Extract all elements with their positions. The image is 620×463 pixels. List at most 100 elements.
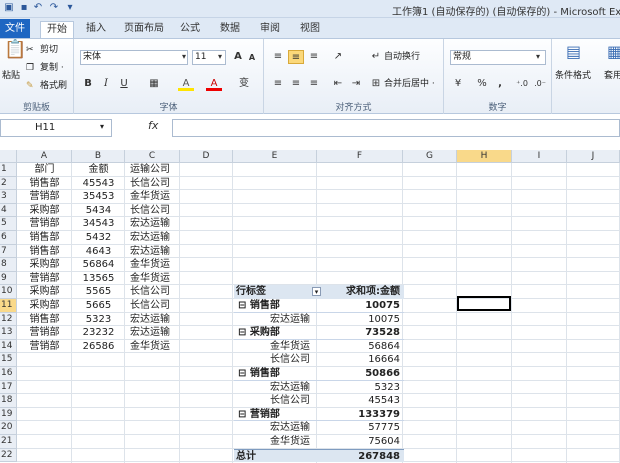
align-middle-icon[interactable]: ≡ [288, 50, 304, 64]
tab-page-layout[interactable]: 页面布局 [118, 21, 170, 38]
row-header-16[interactable]: 16 [0, 367, 17, 381]
format-as-table-button[interactable]: 套用表格格式 [604, 69, 620, 83]
pivot-item-label[interactable]: 宏达运输 [270, 421, 310, 435]
cell[interactable]: 长信公司 [130, 177, 180, 191]
cell[interactable]: 销售部 [17, 231, 72, 245]
cell[interactable]: 营销部 [17, 190, 72, 204]
cell[interactable]: 金华货运 [130, 340, 180, 354]
merge-center-icon[interactable]: ⊞ [368, 77, 384, 91]
accounting-format-icon[interactable]: ¥ [450, 77, 466, 91]
cell[interactable]: 5434 [72, 204, 125, 218]
cell[interactable]: 宏达运输 [130, 245, 180, 259]
cell[interactable]: 34543 [72, 217, 125, 231]
merge-center-button[interactable]: 合并后居中 · [384, 77, 435, 91]
row-header-2[interactable]: 2 [0, 176, 17, 191]
font-size-dropdown-icon[interactable]: ▾ [212, 50, 228, 64]
row-header-6[interactable]: 6 [0, 231, 17, 245]
fill-color-button[interactable]: A [178, 77, 194, 91]
cell[interactable]: 营销部 [17, 340, 72, 354]
format-as-table-icon[interactable]: ▦ [607, 44, 620, 60]
cell[interactable]: 4643 [72, 245, 125, 259]
cell[interactable]: 56864 [72, 258, 125, 272]
tab-formulas[interactable]: 公式 [174, 21, 206, 38]
format-painter-icon[interactable]: ✎ [26, 79, 34, 93]
row-header-21[interactable]: 21 [0, 435, 17, 449]
cell[interactable]: 营销部 [17, 272, 72, 286]
cell[interactable]: 5323 [72, 313, 125, 327]
decrease-decimal-icon[interactable]: .0⁻ [532, 77, 548, 91]
tab-insert[interactable]: 插入 [80, 21, 112, 38]
row-header-15[interactable]: 15 [0, 353, 17, 367]
percent-button[interactable]: % [474, 77, 490, 91]
borders-icon[interactable]: ▦ [146, 77, 162, 91]
tab-file[interactable]: 文件 [0, 19, 30, 38]
pivot-grand-total-label[interactable]: 总计 [236, 450, 256, 463]
paste-icon[interactable]: 📋 [4, 41, 26, 59]
row-header-9[interactable]: 9 [0, 271, 17, 286]
copy-button[interactable]: 复制 · [40, 61, 64, 75]
paste-button[interactable]: 粘贴 [2, 69, 20, 83]
tab-data[interactable]: 数据 [214, 21, 246, 38]
select-all-corner[interactable] [0, 150, 17, 163]
align-bottom-icon[interactable]: ≡ [306, 50, 322, 64]
cell[interactable]: 销售部 [17, 177, 72, 191]
cell[interactable]: 金华货运 [130, 190, 180, 204]
column-header-c[interactable]: C [125, 150, 180, 163]
align-left-icon[interactable]: ≡ [270, 77, 286, 91]
wrap-text-button[interactable]: 自动换行 [384, 50, 420, 64]
column-header-a[interactable]: A [17, 150, 72, 163]
redo-icon[interactable]: ↷ [48, 2, 60, 14]
row-header-17[interactable]: 17 [0, 380, 17, 395]
pivot-item-label[interactable]: 长信公司 [270, 353, 310, 367]
column-header-g[interactable]: G [403, 150, 457, 163]
cell[interactable]: 5432 [72, 231, 125, 245]
increase-indent-icon[interactable]: ⇥ [348, 77, 364, 91]
pivot-category-label[interactable]: ⊟ 销售部 [238, 367, 280, 381]
column-header-i[interactable]: I [512, 150, 567, 163]
name-box-dropdown-icon[interactable]: ▾ [100, 122, 104, 131]
orientation-icon[interactable]: ↗ [330, 50, 346, 64]
customize-quick-access-icon[interactable]: ▾ [64, 2, 76, 14]
font-name-select[interactable]: 宋体 [80, 50, 188, 65]
row-header-14[interactable]: 14 [0, 339, 17, 354]
cut-button[interactable]: 剪切 [40, 43, 58, 57]
cell[interactable]: 采购部 [17, 285, 72, 299]
cell[interactable]: 23232 [72, 326, 125, 340]
conditional-formatting-button[interactable]: 条件格式 [555, 69, 591, 83]
conditional-formatting-icon[interactable]: ▤ [566, 44, 581, 60]
row-header-12[interactable]: 12 [0, 312, 17, 327]
cell[interactable]: 5665 [72, 299, 125, 313]
active-cell-h11[interactable] [457, 296, 511, 311]
cell[interactable]: 宏达运输 [130, 326, 180, 340]
pivot-category-label[interactable]: ⊟ 采购部 [238, 326, 280, 340]
insert-function-button[interactable]: fx [148, 119, 158, 132]
undo-icon[interactable]: ↶ [32, 2, 44, 14]
save-icon[interactable]: ▪ [18, 2, 30, 14]
italic-button[interactable]: I [98, 77, 114, 91]
column-header-b[interactable]: B [72, 150, 125, 163]
cell[interactable]: 金华货运 [130, 272, 180, 286]
bold-button[interactable]: B [80, 77, 96, 91]
font-name-dropdown-icon[interactable]: ▾ [176, 50, 192, 64]
wrap-text-icon[interactable]: ↵ [368, 50, 384, 64]
font-color-button[interactable]: A [206, 77, 222, 91]
format-painter-button[interactable]: 格式刷 [40, 79, 67, 93]
cut-icon[interactable]: ✂ [26, 43, 34, 57]
number-format-dropdown-icon[interactable]: ▾ [530, 50, 546, 64]
cell[interactable]: 宏达运输 [130, 231, 180, 245]
row-header-19[interactable]: 19 [0, 407, 17, 422]
pivot-item-label[interactable]: 长信公司 [270, 394, 310, 408]
cell[interactable]: 金华货运 [130, 258, 180, 272]
comma-style-button[interactable]: , [492, 77, 508, 91]
pivot-category-label[interactable]: ⊟ 营销部 [238, 408, 280, 422]
underline-button[interactable]: U [116, 77, 132, 91]
formula-input[interactable] [172, 119, 620, 137]
cell[interactable]: 宏达运输 [130, 313, 180, 327]
row-header-18[interactable]: 18 [0, 394, 17, 408]
cell[interactable]: 部门 [17, 163, 72, 177]
tab-view[interactable]: 视图 [294, 21, 326, 38]
row-header-3[interactable]: 3 [0, 190, 17, 204]
row-header-13[interactable]: 13 [0, 326, 17, 340]
cell[interactable]: 销售部 [17, 245, 72, 259]
tab-home[interactable]: 开始 [40, 21, 74, 38]
